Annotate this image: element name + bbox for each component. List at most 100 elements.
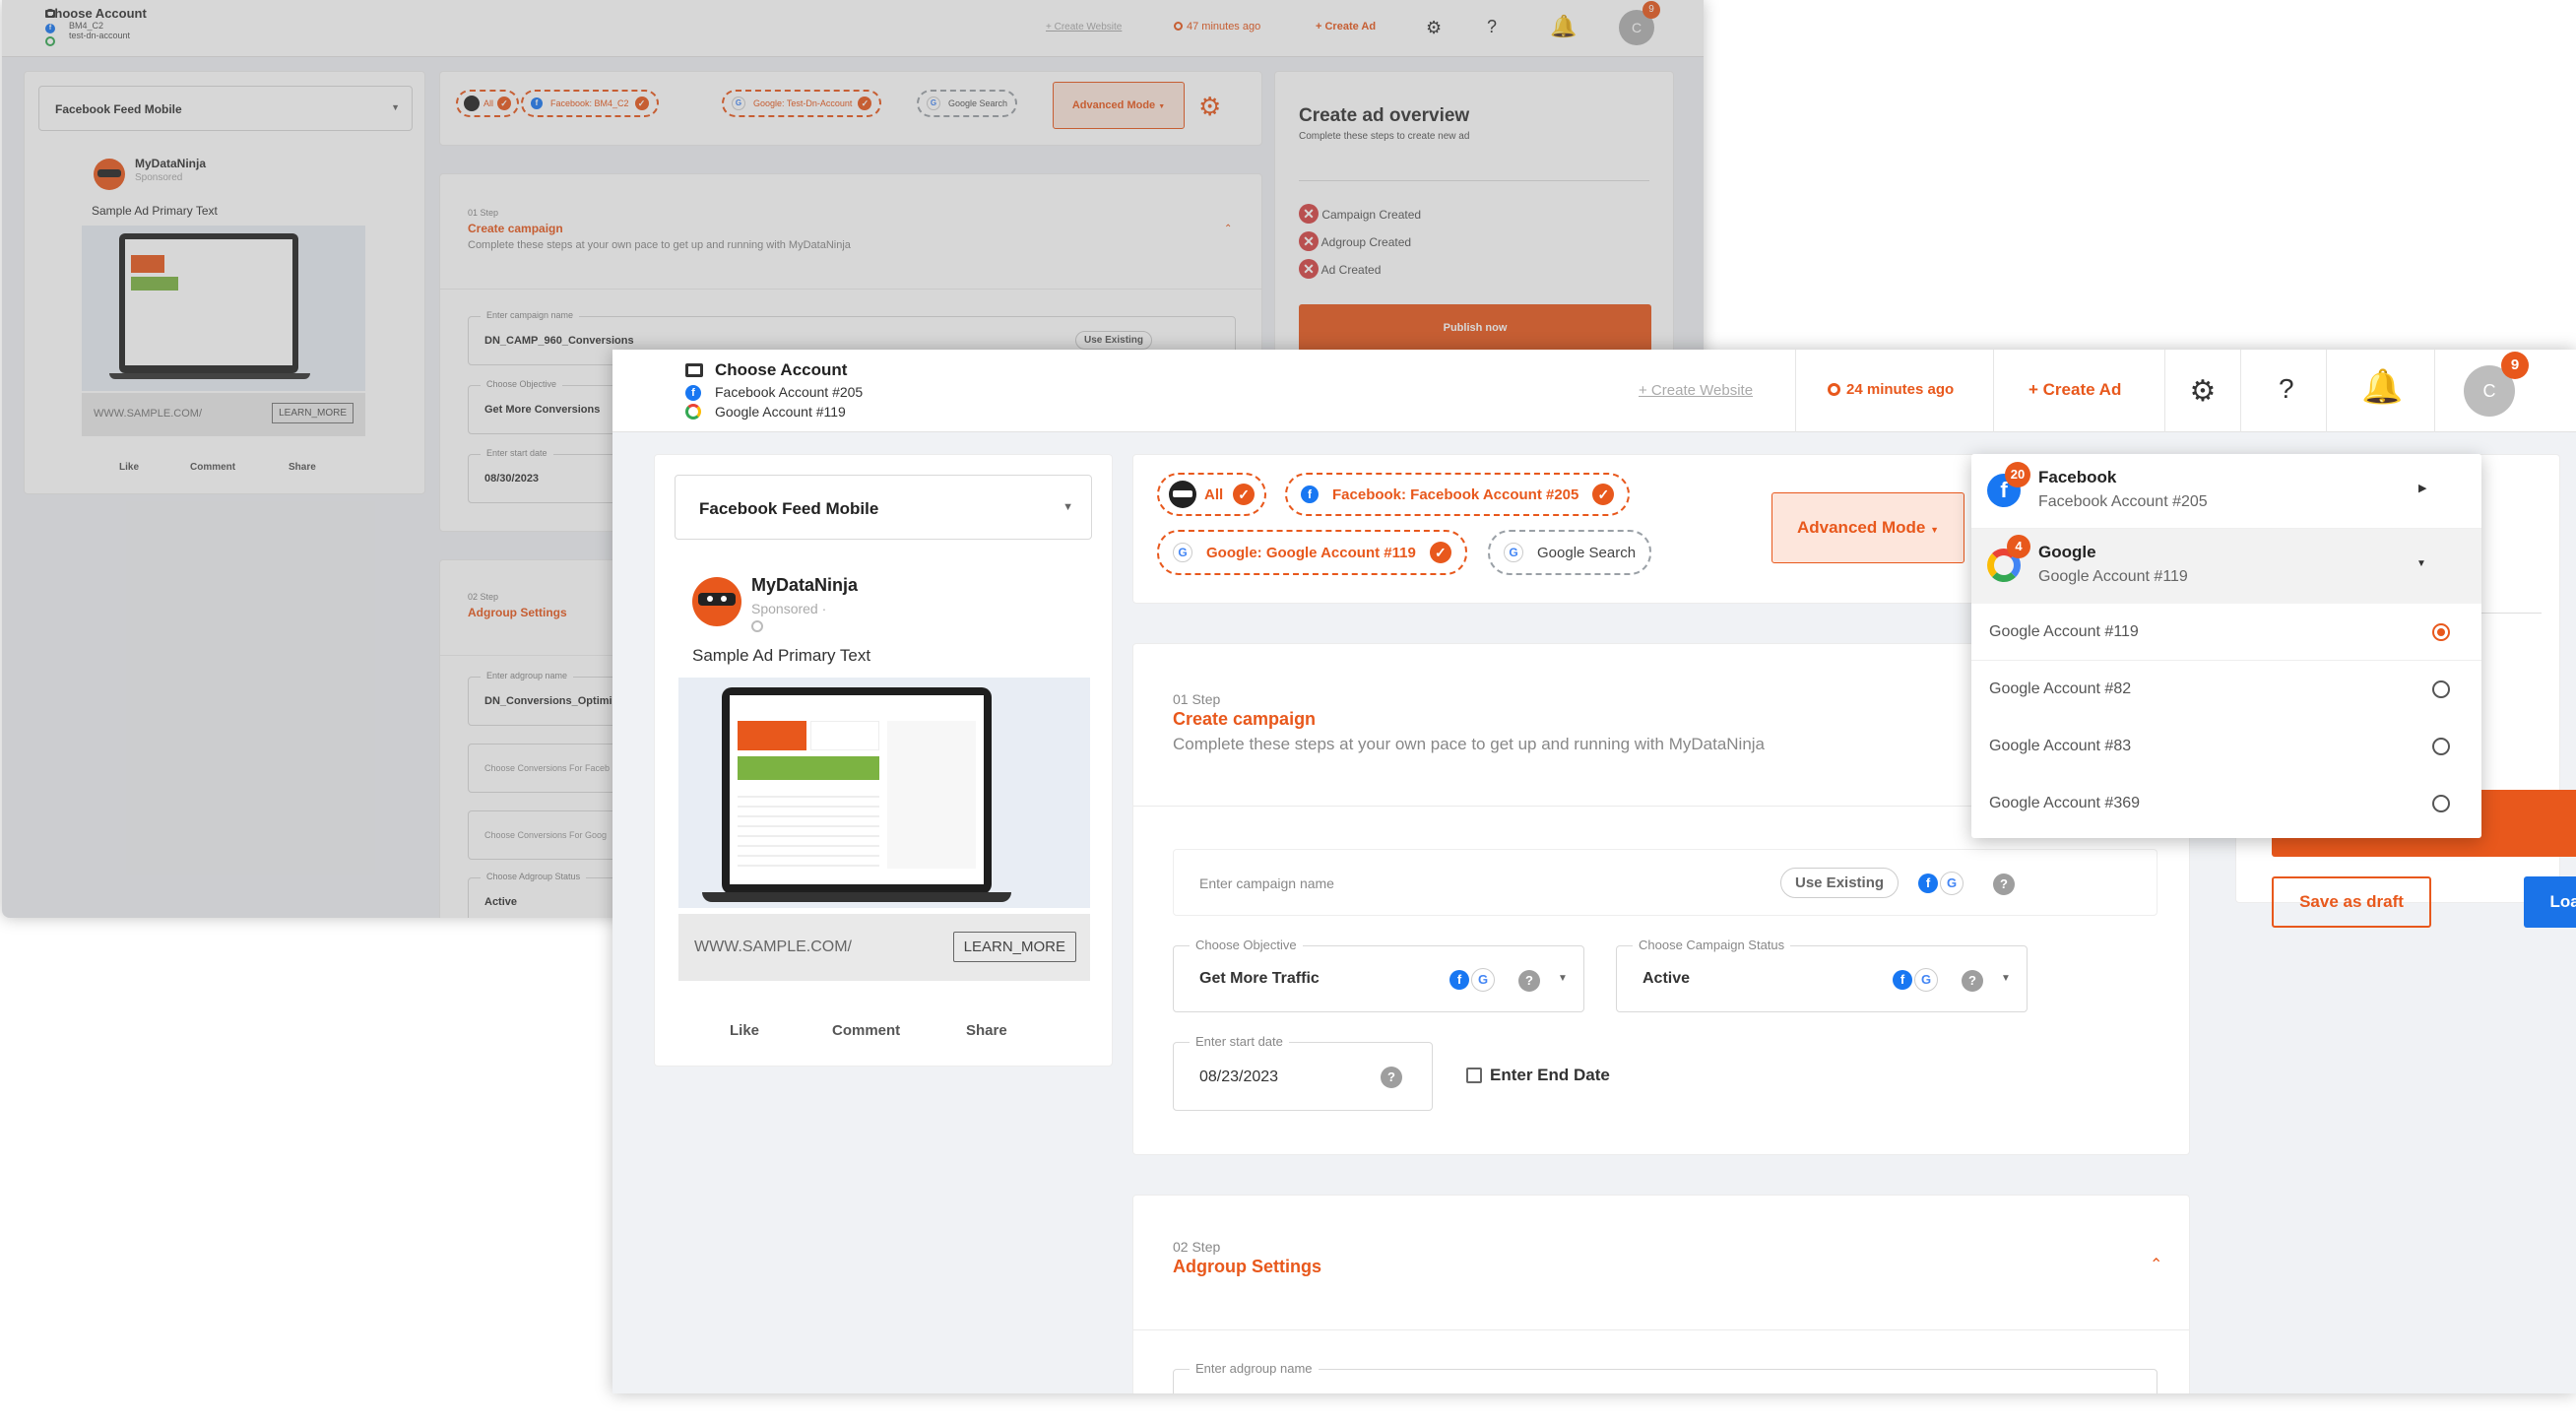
page-avatar	[692, 577, 741, 626]
dropdown-option-google-369[interactable]: Google Account #369	[1971, 775, 2481, 832]
ninja-logo-icon	[1169, 481, 1196, 508]
start-date-input[interactable]: Enter start date 08/23/2023 ?	[1173, 1034, 1433, 1111]
dropdown-option-google-82[interactable]: Google Account #82	[1971, 661, 2481, 718]
facebook-icon: f	[1893, 970, 1912, 990]
google-icon: G	[1940, 872, 1964, 895]
step1-description: Complete these steps at your own pace to…	[1173, 735, 1766, 753]
facebook-icon: f	[1449, 970, 1469, 990]
chevron-up-icon[interactable]: ⌃	[2150, 1255, 2162, 1274]
radio-selected[interactable]	[2432, 623, 2450, 641]
sitemap-icon	[685, 363, 703, 377]
help-icon[interactable]: ?	[1518, 970, 1540, 992]
display-url: WWW.SAMPLE.COM/	[694, 939, 852, 955]
dropdown-google-name: Google	[2038, 543, 2096, 561]
dropdown-facebook-account: Facebook Account #205	[2038, 493, 2208, 510]
chevron-down-icon: ▼	[2001, 973, 2011, 984]
comment-button[interactable]: Comment	[832, 1022, 900, 1039]
page-name: MyDataNinja	[751, 575, 859, 595]
help-icon[interactable]: ?	[1962, 970, 1983, 992]
header-separator	[2434, 350, 2435, 432]
campaign-name-input[interactable]: Enter campaign name Use Existing f G ?	[1173, 849, 2157, 916]
google-icon: G	[1914, 968, 1938, 992]
radio-unselected[interactable]	[2432, 795, 2450, 812]
chip-google-account[interactable]: G Google: Google Account #119 ✓	[1157, 530, 1467, 575]
google-icon: G	[1504, 543, 1523, 562]
dropdown-facebook-name: Facebook	[2038, 468, 2117, 486]
check-icon: ✓	[1233, 484, 1256, 505]
choose-account-label: Choose Account	[715, 360, 848, 379]
account-switcher[interactable]: Choose Account Facebook Account #205 Goo…	[715, 360, 863, 420]
chip-all[interactable]: All ✓	[1157, 473, 1267, 516]
step2-number: 02 Step	[1173, 1239, 1221, 1255]
step2-title: Adgroup Settings	[1173, 1257, 1321, 1276]
chip-google-search[interactable]: G Google Search	[1488, 530, 1652, 575]
objective-select[interactable]: Choose Objective Get More Traffic f G ? …	[1173, 938, 1584, 1012]
end-date-checkbox[interactable]	[1466, 1068, 1482, 1083]
like-button[interactable]: Like	[730, 1022, 759, 1039]
campaign-status-value: Active	[1642, 970, 1691, 987]
start-date-label: Enter start date	[1190, 1034, 1289, 1049]
placement-select[interactable]: Facebook Feed Mobile ▼	[675, 475, 1092, 540]
use-existing-button[interactable]: Use Existing	[1780, 868, 1900, 898]
chip-all-label: All	[1204, 485, 1224, 503]
header-separator	[2326, 350, 2327, 432]
header-separator	[1795, 350, 1796, 432]
radio-unselected[interactable]	[2432, 680, 2450, 698]
objective-value: Get More Traffic	[1199, 970, 1320, 987]
dropdown-google-account: Google Account #119	[2038, 568, 2188, 585]
create-ad-button[interactable]: + Create Ad	[2029, 380, 2121, 400]
header-google-account: Google Account #119	[715, 404, 846, 420]
option-label: Google Account #369	[1989, 795, 2141, 811]
google-icon: G	[1173, 543, 1192, 562]
end-date-label: Enter End Date	[1490, 1066, 1610, 1084]
radio-unselected[interactable]	[2432, 738, 2450, 755]
step2-card: 02 Step Adgroup Settings ⌃ Enter adgroup…	[1132, 1195, 2190, 1393]
divider	[1133, 1329, 2189, 1330]
step1-title: Create campaign	[1173, 709, 1317, 729]
foreground-app-window: f Choose Account Facebook Account #205 G…	[612, 350, 2576, 1393]
notification-badge: 9	[2501, 352, 2529, 379]
header-separator	[2240, 350, 2241, 432]
objective-label: Choose Objective	[1190, 938, 1303, 952]
chip-facebook-account[interactable]: f Facebook: Facebook Account #205 ✓	[1285, 473, 1631, 516]
facebook-icon: f	[1918, 874, 1938, 893]
advanced-mode-label: Advanced Mode	[1796, 518, 1926, 537]
help-button[interactable]: ?	[2279, 373, 2294, 405]
help-icon[interactable]: ?	[1993, 874, 2015, 895]
dropdown-option-google-119[interactable]: Google Account #119	[1971, 604, 2481, 661]
chip-google-account-label: Google: Google Account #119	[1206, 544, 1416, 561]
chip-facebook-account-label: Facebook: Facebook Account #205	[1332, 485, 1579, 503]
create-website-link[interactable]: + Create Website	[1639, 382, 1753, 399]
chevron-down-icon: ▼	[1063, 501, 1073, 513]
chip-google-search-label: Google Search	[1537, 544, 1637, 561]
notifications-bell-icon[interactable]: 🔔	[2361, 367, 2403, 407]
globe-icon	[751, 620, 763, 632]
check-icon: ✓	[1592, 484, 1615, 505]
last-saved-text: 24 minutes ago	[1846, 381, 1955, 398]
chevron-down-icon: ▼	[1558, 973, 1568, 984]
dropdown-facebook-row[interactable]: f 20 Facebook Facebook Account #205 ▶	[1971, 454, 2481, 529]
chevron-down-icon: ▼	[2416, 558, 2426, 569]
google-icon: G	[1471, 968, 1495, 992]
advanced-mode-button[interactable]: Advanced Mode ▼	[1771, 492, 1964, 563]
start-date-value: 08/23/2023	[1199, 1068, 1279, 1085]
share-button[interactable]: Share	[966, 1022, 1007, 1039]
cta-bar: WWW.SAMPLE.COM/ LEARN_MORE	[678, 914, 1090, 981]
option-label: Google Account #82	[1989, 680, 2132, 697]
save-draft-button[interactable]: Save as draft	[2272, 876, 2431, 928]
settings-gear-icon[interactable]: ⚙	[2180, 369, 2225, 415]
dropdown-google-row[interactable]: 4 Google Google Account #119 ▼	[1971, 529, 2481, 604]
check-icon: ✓	[1429, 542, 1451, 563]
header-separator	[2164, 350, 2165, 432]
campaign-status-select[interactable]: Choose Campaign Status Active f G ? ▼	[1616, 938, 2028, 1012]
learn-more-button[interactable]: LEARN_MORE	[952, 932, 1076, 962]
help-icon[interactable]: ?	[1381, 1067, 1402, 1088]
clock-icon	[1828, 383, 1840, 396]
google-count-badge: 4	[2007, 535, 2030, 558]
load-draft-button[interactable]: Load Draft	[2524, 876, 2576, 928]
adgroup-name-input[interactable]: Enter adgroup name	[1173, 1361, 2157, 1393]
placement-value: Facebook Feed Mobile	[699, 499, 879, 518]
campaign-status-label: Choose Campaign Status	[1633, 938, 1791, 952]
sponsored-label: Sponsored ·	[751, 601, 827, 616]
dropdown-option-google-83[interactable]: Google Account #83	[1971, 718, 2481, 775]
